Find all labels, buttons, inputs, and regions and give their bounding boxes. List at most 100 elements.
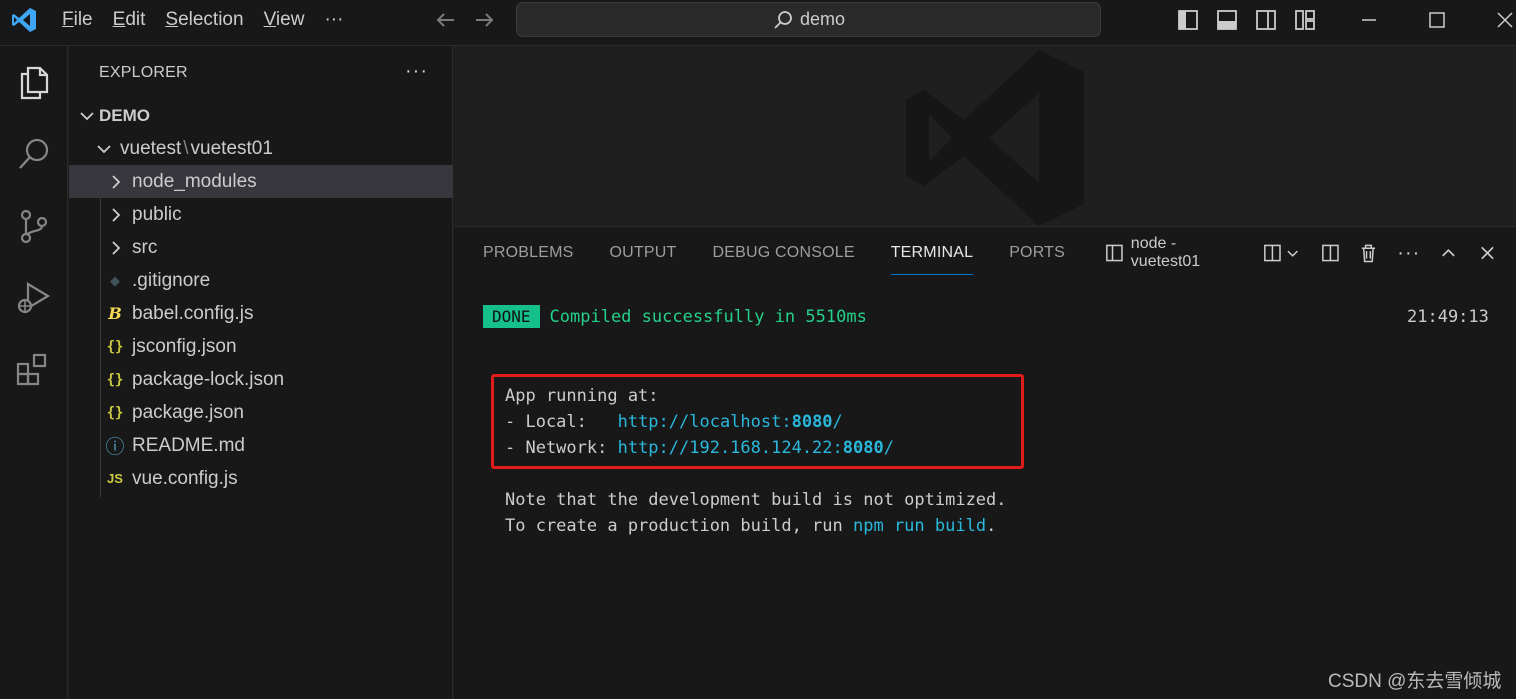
maximize-icon[interactable] (1423, 6, 1451, 34)
tree-item-package-json[interactable]: {} package.json (69, 396, 453, 429)
workspace-root-demo[interactable]: DEMO (69, 99, 453, 132)
explorer-sidebar: EXPLORER ··· DEMO vuetest \ vuetest01 no… (69, 46, 453, 699)
toggle-panel-icon[interactable] (1215, 8, 1239, 32)
source-control-icon[interactable] (14, 206, 54, 246)
explorer-more-actions-button[interactable]: ··· (405, 60, 428, 83)
tree-item-label: .gitignore (132, 269, 211, 291)
chevron-right-icon (112, 240, 121, 255)
terminal-name: node - vuetest01 (1130, 235, 1201, 270)
tree-item-label: public (132, 203, 182, 225)
window-controls (1355, 6, 1516, 34)
menu-bar: File Edit Selection View ··· (52, 0, 353, 40)
tree-item-label: babel.config.js (132, 302, 254, 324)
folder-path-separator: \ (183, 137, 189, 159)
run-and-debug-icon[interactable] (14, 278, 54, 318)
tab-debug-console[interactable]: DEBUG CONSOLE (713, 227, 855, 277)
trash-icon[interactable] (1358, 242, 1379, 264)
local-url-line: - Local: http://localhost:8080/ (505, 412, 843, 432)
command-center-search[interactable]: demo (516, 2, 1101, 37)
done-badge: DONE (483, 305, 540, 328)
tree-item-node-modules[interactable]: node_modules (69, 165, 453, 198)
tree-item-label: package.json (132, 401, 244, 423)
chevron-right-icon (112, 174, 121, 189)
minimize-icon[interactable] (1355, 6, 1383, 34)
tree-item-gitignore[interactable]: ◆ .gitignore (69, 264, 453, 297)
tree-item-jsconfig[interactable]: {} jsconfig.json (69, 330, 453, 363)
json-file-icon: {} (106, 404, 124, 421)
activity-bar (0, 46, 68, 699)
split-terminal-icon[interactable] (1320, 242, 1341, 264)
tree-item-label: node_modules (132, 170, 257, 192)
tree-item-src[interactable]: src (69, 231, 453, 264)
chevron-up-icon[interactable] (1438, 242, 1459, 264)
compile-status-line: DONE Compiled successfully in 5510ms (483, 305, 867, 328)
tab-ports[interactable]: PORTS (1009, 227, 1065, 277)
tab-problems[interactable]: PROBLEMS (483, 227, 574, 277)
babel-file-icon: B (108, 304, 122, 323)
close-icon[interactable] (1491, 6, 1516, 34)
tree-item-label: vue.config.js (132, 467, 238, 489)
chevron-down-icon (80, 111, 94, 120)
chevron-down-icon (97, 144, 111, 153)
command-center-text: demo (799, 9, 846, 29)
workspace-root-label: DEMO (99, 105, 150, 125)
menu-view[interactable]: View (254, 0, 315, 40)
chevron-down-icon[interactable] (1286, 242, 1299, 264)
navigation-arrows (432, 6, 498, 34)
arrow-right-icon[interactable] (470, 6, 498, 34)
folder-path-part2: vuetest01 (190, 137, 273, 159)
tree-item-label: package-lock.json (132, 368, 285, 390)
search-icon[interactable] (14, 134, 54, 174)
extensions-icon[interactable] (14, 350, 54, 390)
new-terminal-split-icon[interactable] (1262, 242, 1283, 264)
chevron-right-icon (112, 207, 121, 222)
app-running-line: App running at: (505, 386, 659, 406)
panel-tabs: PROBLEMS OUTPUT DEBUG CONSOLE TERMINAL P… (483, 227, 1101, 277)
toggle-primary-sidebar-icon[interactable] (1176, 8, 1200, 32)
search-icon (774, 10, 792, 29)
editor-area (454, 46, 1516, 226)
arrow-left-icon[interactable] (432, 6, 460, 34)
local-url-link[interactable]: http://localhost:8080/ (618, 412, 843, 432)
compile-timestamp: 21:49:13 (1407, 307, 1489, 327)
title-bar: File Edit Selection View ··· demo (0, 0, 1516, 46)
terminal-selector[interactable]: node - vuetest01 (1104, 235, 1244, 271)
git-file-icon: ◆ (110, 272, 120, 288)
tree-item-label: jsconfig.json (132, 335, 237, 357)
network-url-link[interactable]: http://192.168.124.22:8080/ (618, 438, 894, 458)
vscode-watermark-icon (906, 50, 1084, 226)
tree-item-vue-config[interactable]: JS vue.config.js (69, 462, 453, 495)
close-panel-icon[interactable] (1477, 242, 1498, 264)
note-line-2: To create a production build, run npm ru… (505, 516, 997, 536)
tab-output[interactable]: OUTPUT (610, 227, 677, 277)
js-file-icon: JS (107, 471, 123, 486)
menu-selection[interactable]: Selection (155, 0, 253, 40)
info-file-icon: ⓘ (105, 437, 125, 458)
explorer-files-icon[interactable] (14, 62, 54, 102)
tree-item-babel-config[interactable]: B babel.config.js (69, 297, 453, 330)
tree-item-package-lock[interactable]: {} package-lock.json (69, 363, 453, 396)
menu-edit[interactable]: Edit (103, 0, 156, 40)
layout-controls (1176, 8, 1317, 32)
toggle-secondary-sidebar-icon[interactable] (1254, 8, 1278, 32)
terminal-split-view-icon (1106, 244, 1123, 262)
tree-item-label: README.md (132, 434, 245, 456)
tree-item-label: src (132, 236, 158, 258)
compile-message: Compiled successfully in 5510ms (549, 306, 867, 327)
network-url-line: - Network: http://192.168.124.22:8080/ (505, 438, 894, 458)
panel-more-actions-button[interactable]: ··· (1397, 242, 1420, 265)
json-file-icon: {} (106, 371, 124, 388)
panel-actions: node - vuetest01 ··· (1104, 235, 1516, 270)
explorer-title: EXPLORER (99, 64, 188, 81)
build-command: npm run build (853, 516, 987, 536)
menu-more[interactable]: ··· (314, 0, 353, 40)
json-file-icon: {} (106, 338, 124, 355)
tree-item-readme[interactable]: ⓘ README.md (69, 429, 453, 462)
menu-file[interactable]: File (52, 0, 103, 40)
customize-layout-icon[interactable] (1293, 8, 1317, 32)
tab-terminal[interactable]: TERMINAL (890, 227, 974, 277)
tree-item-public[interactable]: public (69, 198, 453, 231)
note-line-1: Note that the development build is not o… (505, 490, 1007, 510)
folder-vuetest01[interactable]: vuetest \ vuetest01 (69, 132, 453, 165)
bottom-panel: PROBLEMS OUTPUT DEBUG CONSOLE TERMINAL P… (454, 226, 1516, 699)
